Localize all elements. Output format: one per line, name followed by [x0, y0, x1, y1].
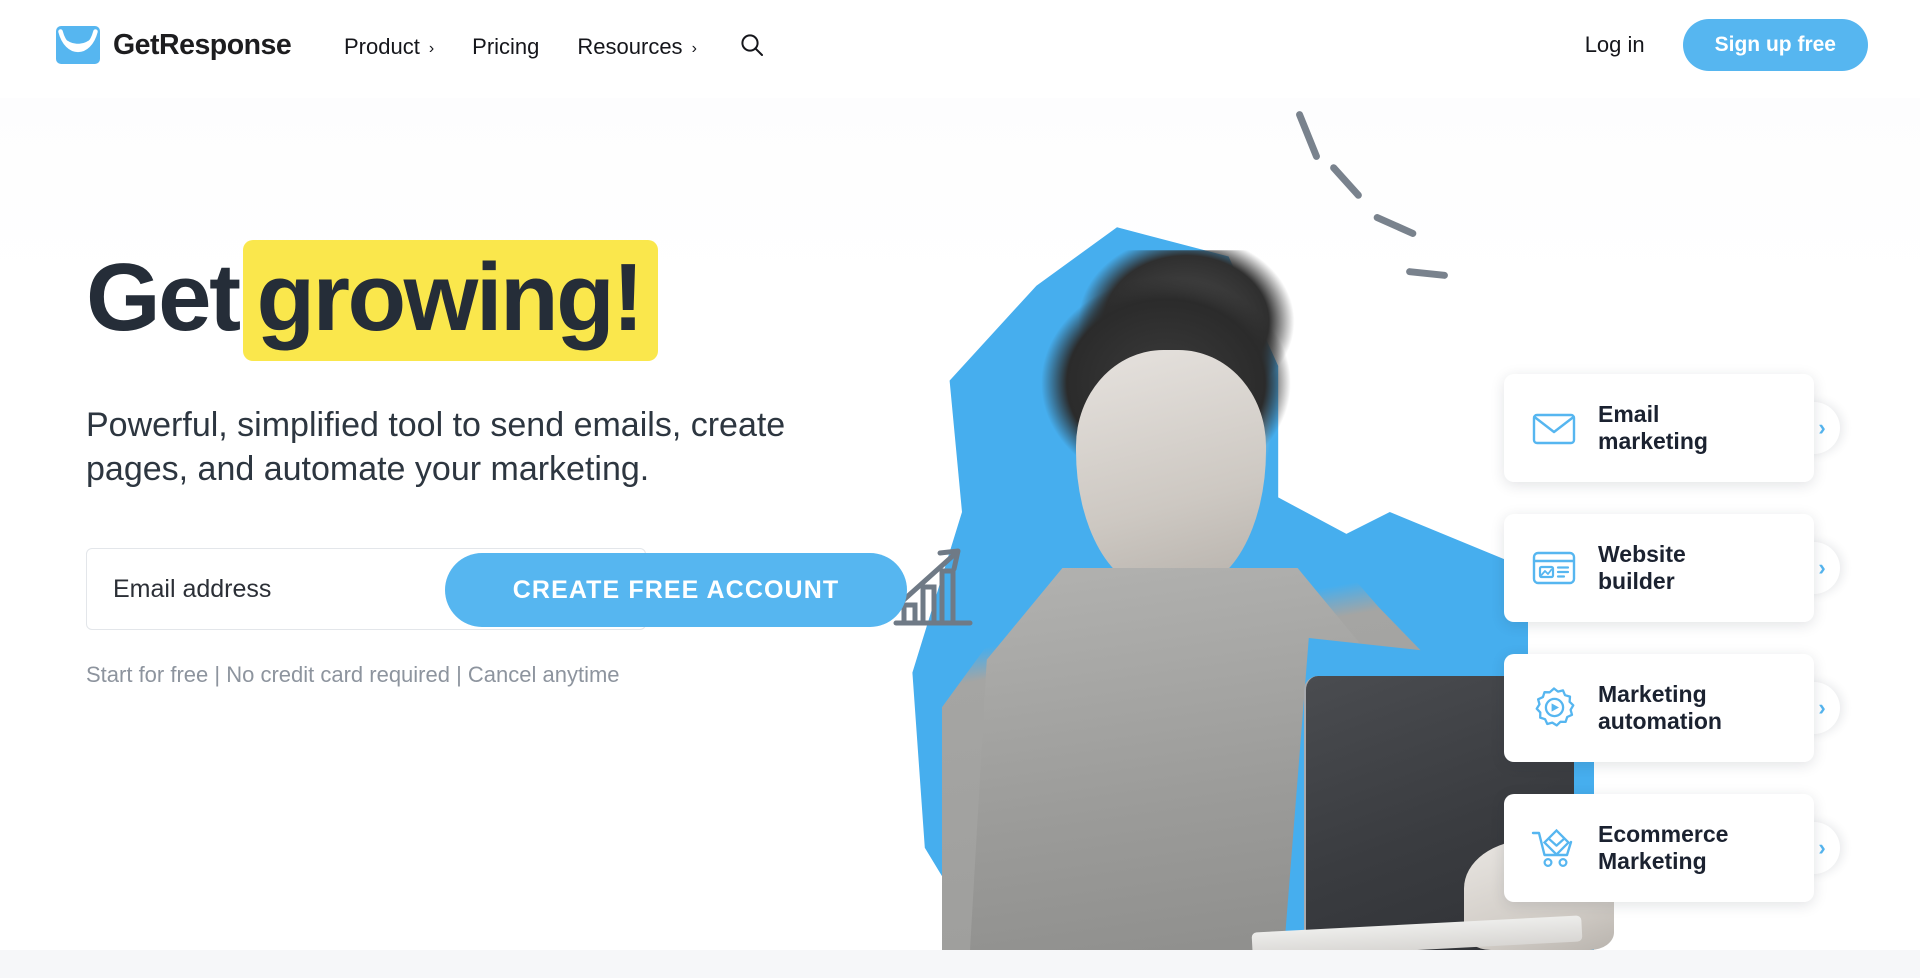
- main-nav: Product › Pricing Resources ›: [325, 28, 770, 66]
- chevron-right-icon: ›: [691, 40, 697, 57]
- brand-name: GetResponse: [113, 28, 292, 61]
- brand-logo-link[interactable]: GetResponse: [56, 26, 292, 64]
- headline-highlight: growing!: [242, 240, 658, 361]
- signup-free-button[interactable]: Sign up free: [1682, 19, 1868, 71]
- chevron-right-icon[interactable]: ›: [1788, 682, 1840, 734]
- next-section-strip: [0, 950, 1920, 978]
- gear-play-icon: [1528, 682, 1580, 734]
- nav-item-resources[interactable]: Resources ›: [558, 28, 715, 66]
- header-actions: Log in Sign up free: [1571, 19, 1868, 71]
- person-face: [1076, 350, 1266, 590]
- login-link[interactable]: Log in: [1571, 22, 1659, 68]
- feature-card-website-builder[interactable]: Website builder ›: [1504, 514, 1840, 622]
- chevron-right-icon: ›: [428, 40, 435, 57]
- feature-card-label: Email marketing: [1598, 401, 1708, 454]
- site-header: GetResponse Product › Pricing Resources …: [0, 0, 1920, 98]
- feature-card-label: Website builder: [1598, 541, 1686, 594]
- hero-copy: Get growing! Powerful, simplified tool to…: [86, 240, 926, 688]
- excitement-dashes-icon: [1278, 110, 1478, 308]
- browser-window-icon: [1528, 542, 1580, 594]
- signup-form: CREATE FREE ACCOUNT: [86, 548, 907, 631]
- hero-section: Get growing! Powerful, simplified tool to…: [0, 98, 1920, 950]
- headline-plain: Get: [86, 244, 241, 351]
- feature-card-email-marketing[interactable]: Email marketing ›: [1504, 374, 1840, 482]
- feature-cards-list: Email marketing › Website builder › Mark…: [1504, 374, 1840, 934]
- feature-card-ecommerce-marketing[interactable]: Ecommerce Marketing ›: [1504, 794, 1840, 902]
- nav-item-pricing[interactable]: Pricing: [453, 28, 558, 66]
- create-free-account-button[interactable]: CREATE FREE ACCOUNT: [445, 553, 907, 628]
- feature-card-marketing-automation[interactable]: Marketing automation ›: [1504, 654, 1840, 762]
- nav-item-product-label: Product: [344, 34, 420, 59]
- search-button[interactable]: [734, 29, 770, 65]
- nav-item-resources-label: Resources: [577, 34, 683, 59]
- envelope-smile-logo-icon: [56, 26, 100, 64]
- page-title: Get growing!: [86, 240, 926, 361]
- chevron-right-icon[interactable]: ›: [1788, 402, 1840, 454]
- signup-disclaimer: Start for free | No credit card required…: [86, 662, 620, 688]
- feature-card-label: Ecommerce Marketing: [1598, 821, 1729, 874]
- feature-card-label: Marketing automation: [1598, 681, 1722, 734]
- envelope-icon: [1528, 402, 1580, 454]
- search-icon: [739, 32, 765, 63]
- chevron-right-icon[interactable]: ›: [1788, 822, 1840, 874]
- nav-item-product[interactable]: Product ›: [325, 28, 453, 66]
- shopping-cart-envelope-icon: [1528, 822, 1580, 874]
- chevron-right-icon[interactable]: ›: [1788, 542, 1840, 594]
- hero-subheadline: Powerful, simplified tool to send emails…: [86, 406, 786, 489]
- nav-item-pricing-label: Pricing: [472, 34, 540, 59]
